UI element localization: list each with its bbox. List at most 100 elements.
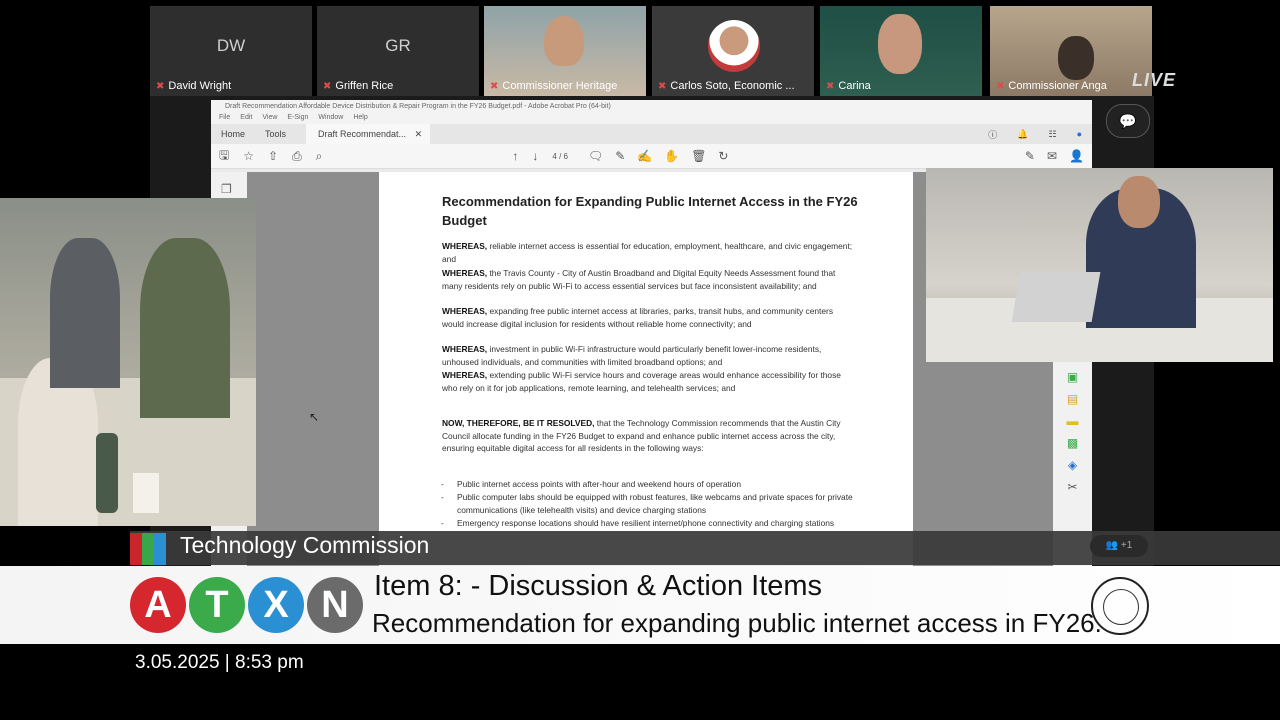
mic-muted-icon: ✖: [826, 80, 835, 92]
bell-icon[interactable]: 🔔: [1007, 129, 1038, 140]
person: [140, 238, 230, 418]
more-tools-icon[interactable]: ✂: [1053, 480, 1092, 494]
agenda-item-title: Item 8: - Discussion & Action Items: [374, 570, 823, 602]
participant-video: [878, 14, 922, 74]
mail-icon[interactable]: ✉: [1047, 149, 1057, 163]
mic-muted-icon: ✖: [323, 80, 332, 92]
city-seal-icon: [1091, 577, 1149, 635]
whereas-clause: WHEREAS, extending public Wi-Fi service …: [442, 370, 841, 393]
live-indicator: LIVE: [1132, 70, 1177, 90]
participant-tile[interactable]: DW ✖ David Wright: [150, 6, 312, 96]
participant-name: ✖ David Wright: [156, 80, 232, 92]
laptop: [1011, 272, 1101, 322]
menu-item-esign[interactable]: E-Sign: [287, 114, 308, 124]
list-item: - Public computer labs should be equipped…: [441, 492, 853, 515]
tab-bar: Home Tools Draft Recommendat... ✕ ⓘ 🔔 ☷ …: [211, 124, 1092, 144]
close-icon[interactable]: ✕: [409, 129, 423, 139]
rotate-icon[interactable]: ↻: [718, 149, 728, 163]
commission-color-stripes: [130, 533, 166, 565]
edit-pdf-icon[interactable]: ▩: [1053, 436, 1092, 450]
chat-icon[interactable]: 💬: [1106, 104, 1150, 138]
menu-item-edit[interactable]: Edit: [240, 114, 252, 124]
highlight-icon[interactable]: ✍: [637, 149, 652, 163]
speaker-face: [1118, 176, 1160, 228]
participant-name: ✖ Commissioner Heritage: [490, 80, 618, 92]
tab-document[interactable]: Draft Recommendat... ✕: [306, 124, 431, 144]
whereas-clause: WHEREAS, investment in public Wi-Fi infr…: [442, 344, 822, 367]
stripe: [130, 533, 142, 565]
logo-letter: T: [189, 577, 245, 633]
date-time: 3.05.2025 | 8:53 pm: [135, 652, 304, 673]
participant-name: ✖ Commissioner Anga: [996, 80, 1107, 92]
list-item: - Public internet access points with afte…: [441, 479, 741, 489]
menu-item-view[interactable]: View: [262, 114, 277, 124]
account-icon[interactable]: ●: [1067, 129, 1092, 139]
comment-tool-icon[interactable]: ▬: [1053, 414, 1092, 428]
mic-muted-icon: ✖: [156, 80, 165, 92]
participants-button[interactable]: 👥 +1: [1090, 535, 1148, 557]
page-down-icon[interactable]: ↓: [532, 149, 538, 163]
participant-tile[interactable]: ✖ Carlos Soto, Economic ...: [652, 6, 814, 96]
water-bottle: [96, 433, 118, 513]
bookmark-star-icon[interactable]: ☆: [243, 149, 254, 163]
commission-room-camera: [0, 198, 256, 526]
resolved-clause: NOW, THEREFORE, BE IT RESOLVED, that the…: [442, 418, 841, 454]
mic-muted-icon: ✖: [996, 80, 1005, 92]
cup: [133, 473, 159, 513]
page-indicator[interactable]: 4 / 6: [552, 152, 568, 161]
menu-item-help[interactable]: Help: [353, 114, 367, 124]
person: [50, 238, 120, 388]
menu-item-window[interactable]: Window: [318, 114, 343, 124]
comment-icon[interactable]: 🗨: [588, 149, 603, 163]
participant-tile[interactable]: GR ✖ Griffen Rice: [317, 6, 479, 96]
window-title: Draft Recommendation Affordable Device D…: [211, 100, 1092, 114]
stripe: [142, 533, 154, 565]
toolbar: 🖫 ☆ ⇧ ⎙ ⌕ ↑ ↓ 4 / 6 🗨 ✎ ✍ ✋ 🗑 ↻ ✎ ✉ 👤: [211, 144, 1092, 169]
stamp-icon[interactable]: ✋: [664, 149, 679, 163]
participant-avatar: [708, 20, 760, 72]
document-title: Recommendation for Expanding Public Inte…: [442, 194, 858, 228]
mouse-cursor-icon: ↖: [309, 410, 320, 424]
agenda-item-subtitle: Recommendation for expanding public inte…: [372, 608, 1102, 638]
whereas-clause: WHEREAS, reliable internet access is ess…: [442, 241, 853, 264]
trash-icon[interactable]: 🗑: [691, 149, 706, 163]
commission-name: Technology Commission: [180, 532, 430, 558]
participant-video: [1058, 36, 1094, 80]
menu-bar: File Edit View E-Sign Window Help: [211, 114, 1092, 124]
copy-pages-icon[interactable]: ❐: [221, 182, 232, 196]
participant-name: ✖ Griffen Rice: [323, 80, 394, 92]
zoom-search-icon[interactable]: ⌕: [316, 149, 323, 164]
share-icon[interactable]: 👤: [1069, 149, 1084, 163]
participant-initials: GR: [385, 36, 411, 55]
atxn-logo: A T X N: [130, 577, 363, 633]
sign-icon[interactable]: ✎: [1025, 149, 1035, 163]
upload-icon[interactable]: ⇧: [268, 149, 278, 163]
help-icon[interactable]: ⓘ: [978, 128, 1007, 141]
apps-grid-icon[interactable]: ☷: [1038, 129, 1066, 140]
logo-letter: N: [307, 577, 363, 633]
organize-pages-icon[interactable]: ▣: [1053, 370, 1092, 384]
participant-initials: DW: [216, 36, 246, 55]
participant-tile[interactable]: ✖ Carina: [820, 6, 982, 96]
pen-icon[interactable]: ✎: [615, 149, 625, 163]
print-icon[interactable]: ⎙: [292, 149, 302, 164]
participant-video: [544, 16, 584, 66]
list-item: - Emergency response locations should hav…: [441, 518, 835, 528]
logo-letter: X: [248, 577, 304, 633]
mic-muted-icon: ✖: [658, 80, 667, 92]
logo-letter: A: [130, 577, 186, 633]
pdf-page: Recommendation for Expanding Public Inte…: [379, 172, 913, 532]
protect-icon[interactable]: ◈: [1053, 458, 1092, 472]
tab-tools[interactable]: Tools: [255, 129, 296, 139]
save-icon[interactable]: 🖫: [219, 146, 229, 167]
participant-name: ✖ Carina: [826, 80, 871, 92]
speaker-camera: [926, 168, 1273, 362]
participant-tile[interactable]: ✖ Commissioner Heritage: [484, 6, 646, 96]
tab-home[interactable]: Home: [211, 129, 255, 139]
export-pdf-icon[interactable]: ▤: [1053, 392, 1092, 406]
menu-item-file[interactable]: File: [219, 114, 230, 124]
participant-tile[interactable]: ✖ Commissioner Anga: [990, 6, 1152, 96]
stripe: [154, 533, 166, 565]
whereas-clause: WHEREAS, expanding free public internet …: [442, 306, 834, 329]
page-up-icon[interactable]: ↑: [512, 149, 518, 163]
